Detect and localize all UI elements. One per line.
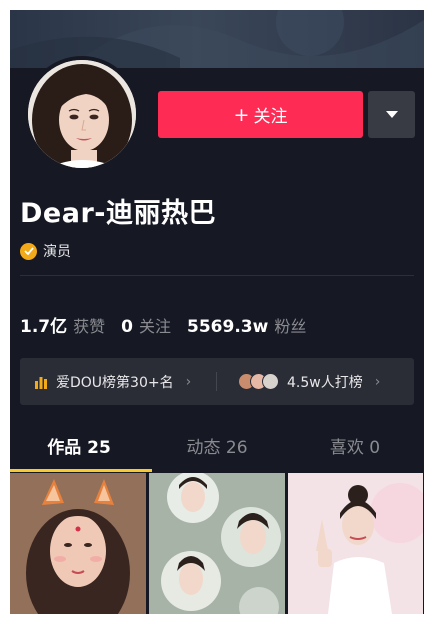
- verify-label: 演员: [43, 244, 71, 260]
- profile-tabs: 作品 25 动态 26 喜欢 0: [10, 430, 424, 473]
- rank-bar: 爱DOU榜第30+名 › 4.5w人打榜 ›: [20, 358, 414, 405]
- follow-button[interactable]: + 关注: [158, 91, 363, 138]
- following-count[interactable]: 0: [121, 317, 133, 337]
- idol-rank-link[interactable]: 爱DOU榜第30+名 ›: [34, 358, 191, 405]
- caret-down-icon: [385, 110, 398, 118]
- likes-label: 获赞: [73, 317, 106, 336]
- video-thumbnail[interactable]: [288, 473, 424, 614]
- check-icon: [23, 247, 34, 255]
- followers-count[interactable]: 5569.3w: [187, 317, 268, 337]
- follow-plus-icon: +: [233, 103, 250, 126]
- supporter-avatar: [262, 373, 279, 390]
- profile-screen: + 关注 Dear-迪丽热巴 演员 1.7亿 获赞 0 关注 5569.3w 粉…: [10, 10, 424, 614]
- follow-label: 关注: [253, 107, 288, 127]
- stats-row: 1.7亿 获赞 0 关注 5569.3w 粉丝: [20, 312, 322, 337]
- chevron-right-icon: ›: [374, 373, 381, 390]
- avatar[interactable]: [24, 56, 140, 172]
- supporter-avatars: [238, 373, 279, 390]
- tab-works[interactable]: 作品 25: [10, 430, 148, 473]
- verified-badge: [20, 242, 37, 260]
- likes-count: 1.7亿: [20, 317, 68, 337]
- rank-separator: [216, 372, 217, 391]
- divider: [20, 275, 414, 276]
- video-thumbnail[interactable]: [10, 473, 146, 614]
- bar-chart-icon: [35, 376, 47, 389]
- avatar-photo: [28, 60, 136, 168]
- supporters-link[interactable]: 4.5w人打榜 ›: [238, 358, 380, 405]
- idol-rank-label: 爱DOU榜第30+名: [56, 374, 174, 391]
- supporters-label: 4.5w人打榜: [287, 374, 363, 391]
- tab-posts[interactable]: 动态 26: [148, 430, 286, 473]
- profile-name: Dear-迪丽热巴: [20, 198, 216, 229]
- video-thumbnail[interactable]: [149, 473, 285, 614]
- following-label[interactable]: 关注: [139, 313, 171, 337]
- followers-label[interactable]: 粉丝: [274, 313, 306, 337]
- verify-row: 演员: [20, 241, 71, 261]
- chevron-right-icon: ›: [185, 373, 192, 390]
- tab-indicator: [10, 469, 152, 472]
- video-grid: [10, 473, 424, 614]
- tab-likes[interactable]: 喜欢 0: [286, 430, 424, 473]
- more-options-button[interactable]: [368, 91, 415, 138]
